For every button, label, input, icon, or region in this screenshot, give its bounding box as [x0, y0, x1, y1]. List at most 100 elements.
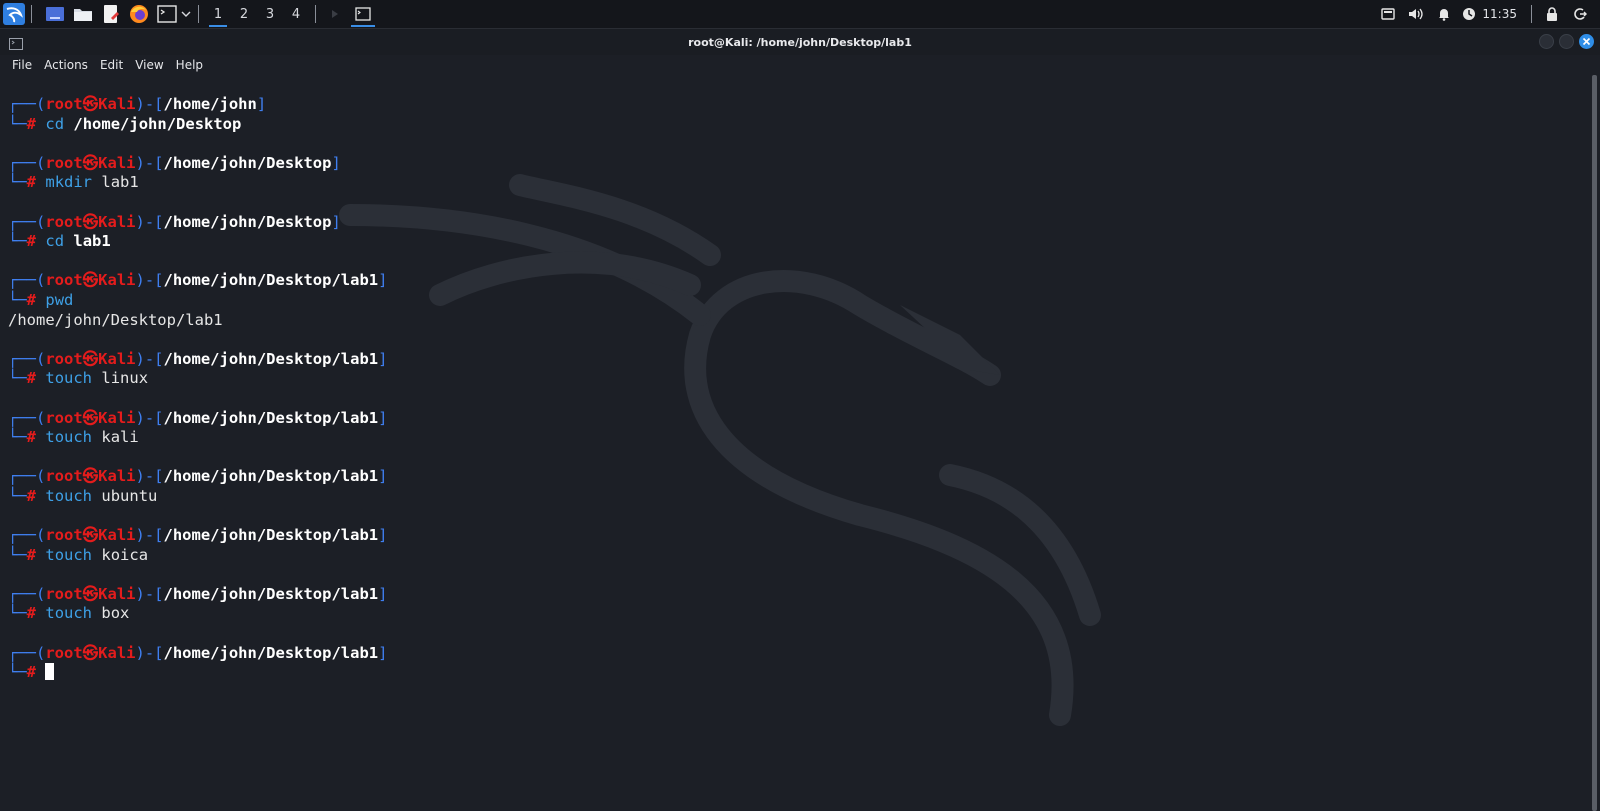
taskbar-separator — [315, 5, 316, 23]
prompt-user: root — [45, 212, 83, 231]
prompt-frame: └─ — [8, 604, 27, 623]
command-name: touch — [45, 545, 93, 564]
prompt-at-symbol: ㉿ — [82, 643, 99, 662]
command-line: └─# pwd — [8, 291, 387, 311]
prompt-block: ┌──(root㉿Kali)-[/home/john/Desktop/lab1]… — [8, 526, 387, 565]
prompt-line: ┌──(root㉿Kali)-[/home/john] — [8, 95, 387, 115]
prompt-frame: └─ — [8, 369, 27, 388]
prompt-path: /home/john — [163, 95, 257, 113]
logout-icon[interactable] — [1566, 0, 1594, 28]
terminal-launcher-icon[interactable] — [156, 3, 178, 25]
close-icon — [1582, 37, 1591, 46]
taskbar: 1 2 3 4 11:35 — [0, 0, 1600, 29]
prompt-host: Kali — [98, 467, 136, 486]
maximize-button[interactable] — [1559, 34, 1574, 49]
prompt-user: root — [45, 349, 83, 368]
prompt-user: root — [45, 95, 83, 113]
workspace-2[interactable]: 2 — [231, 0, 257, 28]
power-manager-icon[interactable] — [1458, 0, 1480, 28]
prompt-hash: # — [26, 486, 37, 505]
prompt-host: Kali — [98, 643, 136, 662]
command-line: └─# touch ubuntu — [8, 487, 387, 507]
terminal-scrollbar[interactable] — [1592, 75, 1597, 811]
workspace-4[interactable]: 4 — [283, 0, 309, 28]
prompt-block: ┌──(root㉿Kali)-[/home/john/Desktop] └─# m… — [8, 154, 387, 193]
command-args: koica — [101, 545, 149, 564]
prompt-path: /home/john/Desktop/lab1 — [163, 408, 379, 427]
prompt-frame: ] — [378, 584, 388, 603]
lock-icon[interactable] — [1538, 0, 1566, 28]
command-line: └─# touch box — [8, 604, 387, 624]
notification-bell-icon[interactable] — [1430, 0, 1458, 28]
play-icon[interactable] — [328, 3, 342, 25]
taskbar-separator — [198, 5, 199, 23]
workspace-1[interactable]: 1 — [205, 0, 231, 28]
prompt-frame: )-[ — [135, 271, 164, 290]
show-desktop-icon[interactable] — [44, 3, 66, 25]
taskbar-terminal-window[interactable] — [348, 0, 378, 28]
prompt-host: Kali — [98, 584, 136, 603]
prompt-line: ┌──(root㉿Kali)-[/home/john/Desktop] — [8, 213, 387, 233]
prompt-user: root — [45, 271, 83, 290]
prompt-frame: ] — [331, 153, 341, 172]
prompt-block: ┌──(root㉿Kali)-[/home/john/Desktop/lab1]… — [8, 350, 387, 389]
firefox-icon[interactable] — [128, 3, 150, 25]
volume-icon[interactable] — [1402, 0, 1430, 28]
prompt-hash: # — [26, 604, 37, 623]
prompt-line: ┌──(root㉿Kali)-[/home/john/Desktop/lab1] — [8, 409, 387, 429]
prompt-at-symbol: ㉿ — [82, 408, 99, 427]
prompt-frame: ] — [378, 349, 388, 368]
terminal-area[interactable]: ┌──(root㉿Kali)-[/home/john] └─# cd /home/… — [0, 75, 1590, 811]
kali-menu-icon[interactable] — [3, 3, 25, 25]
prompt-frame: ] — [378, 643, 388, 662]
prompt-user: root — [45, 643, 83, 662]
menu-actions[interactable]: Actions — [38, 58, 94, 72]
command-name: cd — [45, 232, 65, 251]
prompt-line: ┌──(root㉿Kali)-[/home/john/Desktop/lab1] — [8, 585, 387, 605]
terminal-output: ┌──(root㉿Kali)-[/home/john] └─# cd /home/… — [8, 95, 387, 702]
file-manager-icon[interactable] — [72, 3, 94, 25]
prompt-frame: )-[ — [135, 467, 164, 486]
command-args: lab1 — [73, 232, 111, 251]
prompt-frame: ] — [378, 271, 388, 290]
prompt-frame: ] — [378, 467, 388, 486]
command-args: /home/john/Desktop — [73, 114, 242, 133]
prompt-frame: ┌──( — [8, 95, 46, 113]
clock[interactable]: 11:35 — [1482, 7, 1517, 21]
minimize-button[interactable] — [1539, 34, 1554, 49]
prompt-path: /home/john/Desktop/lab1 — [163, 584, 379, 603]
prompt-at-symbol: ㉿ — [82, 526, 99, 545]
command-line: └─# — [8, 663, 387, 683]
prompt-block: ┌──(root㉿Kali)-[/home/john/Desktop/lab1]… — [8, 585, 387, 624]
prompt-at-symbol: ㉿ — [82, 467, 99, 486]
prompt-host: Kali — [98, 95, 136, 113]
prompt-frame: )-[ — [135, 153, 164, 172]
window-titlebar[interactable]: root@Kali: /home/john/Desktop/lab1 — [0, 29, 1600, 55]
command-args: linux — [101, 369, 149, 388]
prompt-block: ┌──(root㉿Kali)-[/home/john/Desktop/lab1]… — [8, 644, 387, 683]
prompt-path: /home/john/Desktop/lab1 — [163, 643, 379, 662]
prompt-at-symbol: ㉿ — [82, 212, 99, 231]
command-line: └─# touch linux — [8, 369, 387, 389]
command-args: kali — [101, 428, 139, 447]
prompt-line: ┌──(root㉿Kali)-[/home/john/Desktop] — [8, 154, 387, 174]
command-name: mkdir — [45, 173, 93, 192]
screen-icon[interactable] — [1374, 0, 1402, 28]
chevron-down-icon[interactable] — [180, 3, 192, 25]
taskbar-separator — [31, 5, 32, 23]
prompt-frame: └─ — [8, 290, 27, 309]
menu-bar: File Actions Edit View Help — [0, 55, 1600, 75]
menu-edit[interactable]: Edit — [94, 58, 129, 72]
menu-view[interactable]: View — [129, 58, 169, 72]
prompt-frame: )-[ — [135, 349, 164, 368]
menu-file[interactable]: File — [6, 58, 38, 72]
close-button[interactable] — [1579, 34, 1594, 49]
prompt-user: root — [45, 153, 83, 172]
workspace-3[interactable]: 3 — [257, 0, 283, 28]
prompt-frame: ┌──( — [8, 467, 46, 486]
menu-help[interactable]: Help — [170, 58, 209, 72]
command-line: └─# cd lab1 — [8, 232, 387, 252]
text-editor-icon[interactable] — [100, 3, 122, 25]
prompt-path: /home/john/Desktop/lab1 — [163, 467, 379, 486]
prompt-hash: # — [26, 173, 37, 192]
